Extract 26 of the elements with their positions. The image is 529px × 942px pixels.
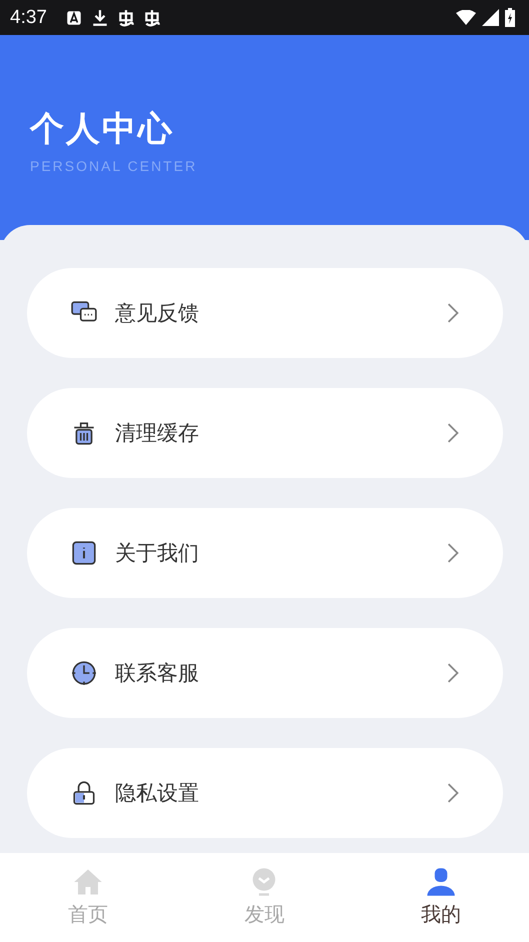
bug-icon xyxy=(142,8,161,26)
app-icon xyxy=(64,8,83,26)
status-time: 4:37 xyxy=(10,6,47,28)
battery-icon xyxy=(505,8,515,27)
page-subtitle: PERSONAL CENTER xyxy=(30,158,198,174)
bug-icon xyxy=(116,8,135,26)
signal-icon xyxy=(482,9,499,26)
info-icon xyxy=(71,540,97,566)
chevron-right-icon xyxy=(447,783,459,803)
chevron-right-icon xyxy=(447,663,459,683)
home-icon xyxy=(73,867,104,897)
chevron-right-icon xyxy=(447,423,459,443)
menu-item[interactable]: 联系客服 xyxy=(27,628,503,718)
wifi-icon xyxy=(456,10,476,25)
chevron-right-icon xyxy=(447,303,459,323)
clock-icon xyxy=(71,660,97,686)
page-title: 个人中心 xyxy=(30,110,175,148)
menu-item[interactable]: 意见反馈 xyxy=(27,268,503,358)
person-icon xyxy=(426,867,456,897)
chevron-right-icon xyxy=(447,543,459,563)
lock-icon xyxy=(71,780,97,806)
nav-tab[interactable]: 我的 xyxy=(352,853,529,942)
menu-item[interactable]: 隐私设置 xyxy=(27,748,503,838)
download-icon xyxy=(90,8,109,26)
menu-item[interactable]: 关于我们 xyxy=(27,508,503,598)
menu-item[interactable]: 清理缓存 xyxy=(27,388,503,478)
